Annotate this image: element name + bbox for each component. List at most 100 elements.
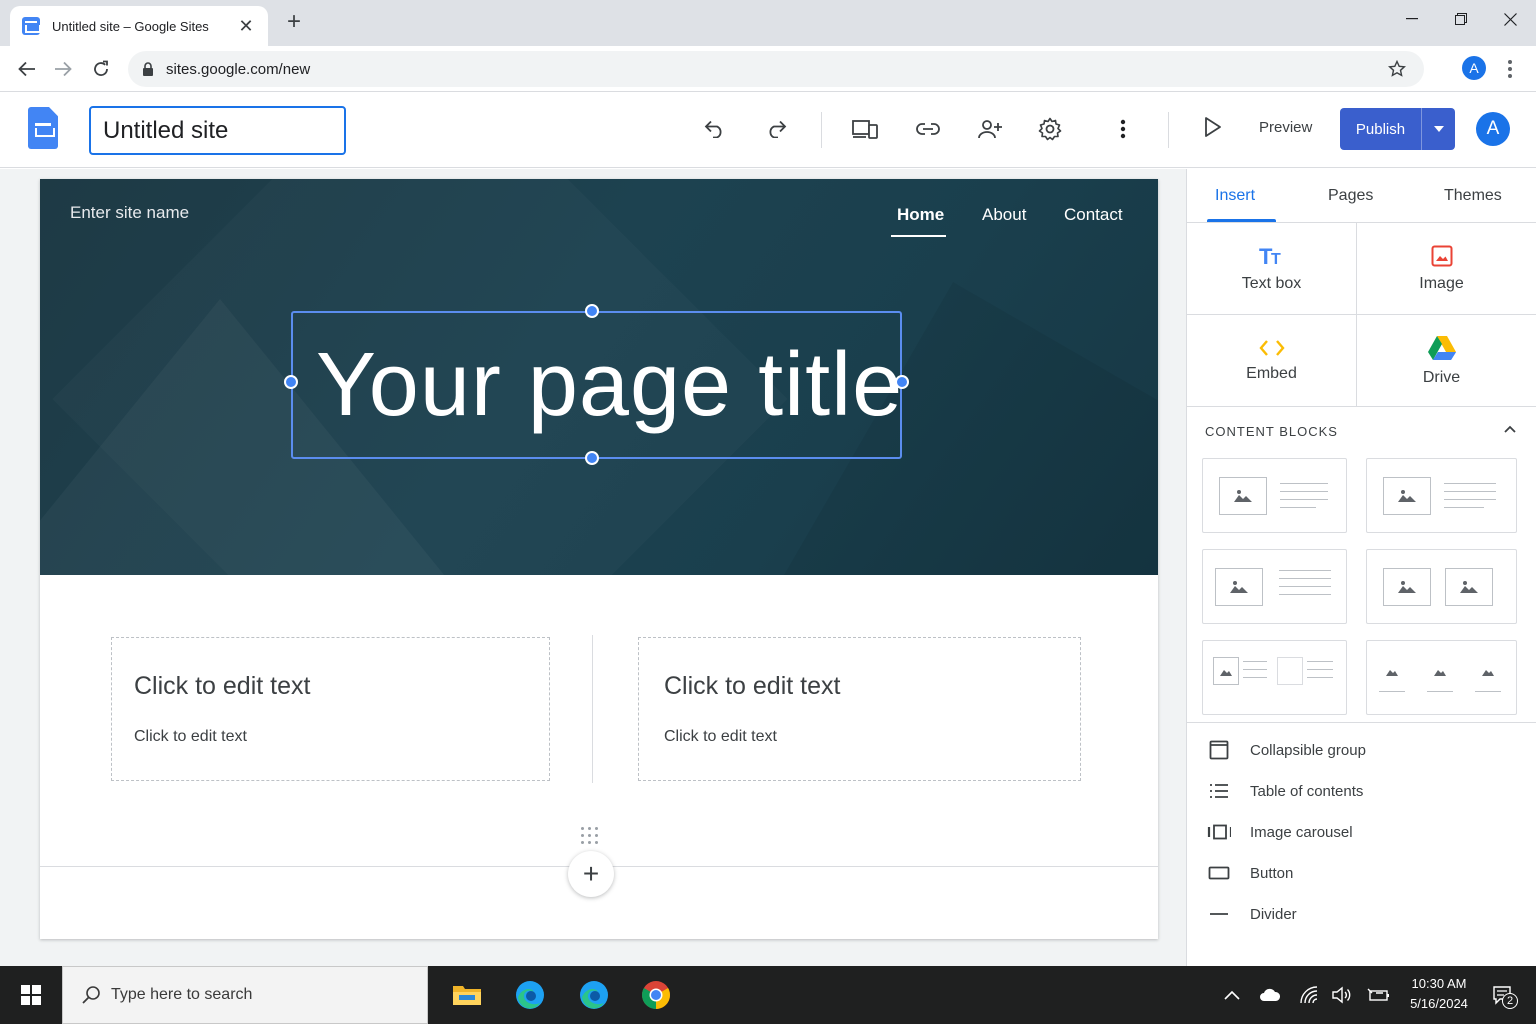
google-sites-favicon-icon [22,17,41,35]
tab-pages[interactable]: Pages [1328,187,1373,205]
publish-options-button[interactable] [1422,108,1455,150]
publish-button[interactable]: Publish [1340,108,1422,150]
insert-divider[interactable]: Divider [1187,894,1536,934]
tab-insert[interactable]: Insert [1215,187,1255,205]
resize-handle-right[interactable] [895,375,909,389]
close-tab-icon[interactable]: ✕ [236,16,256,37]
undo-icon [704,120,722,138]
page-title[interactable]: Your page title [316,325,903,445]
forward-button[interactable] [50,56,76,82]
header-section[interactable]: Enter site name Home About Contact Your … [40,179,1158,575]
browser-tab[interactable]: Untitled site – Google Sites ✕ [10,6,268,46]
nav-item-about[interactable]: About [982,205,1026,225]
restore-window-button[interactable] [1446,8,1476,30]
insert-drive[interactable]: Drive [1357,316,1526,406]
column-divider[interactable] [592,635,593,783]
text-block-body[interactable]: Click to edit text [664,728,777,746]
text-block-heading[interactable]: Click to edit text [134,672,310,701]
start-button[interactable] [0,966,62,1024]
network-tray[interactable] [1296,982,1322,1008]
redo-button[interactable] [761,114,791,144]
taskbar-search-box[interactable]: Type here to search [62,966,428,1024]
cloud-icon [1260,988,1281,1001]
clock-time: 10:30 AM [1411,976,1467,991]
notification-center-button[interactable]: 2 [1488,982,1518,1009]
insert-image-carousel[interactable]: Image carousel [1187,812,1536,852]
button-icon [1207,861,1231,885]
insert-table-of-contents[interactable]: Table of contents [1187,771,1536,811]
chevron-up-icon [1224,990,1240,1000]
nav-item-home[interactable]: Home [897,205,944,225]
text-block-heading[interactable]: Click to edit text [664,672,840,701]
bookmark-star-icon [1388,60,1406,77]
new-tab-button[interactable]: + [282,10,306,34]
text-block-body[interactable]: Click to edit text [134,728,247,746]
preview-devices-button[interactable] [850,114,880,144]
resize-handle-left[interactable] [284,375,298,389]
content-block-image-left-text-alt[interactable] [1366,458,1517,533]
site-page-canvas: Enter site name Home About Contact Your … [40,179,1158,939]
minimize-window-button[interactable] [1397,8,1427,30]
drag-handle-icon[interactable] [581,827,601,845]
content-block-image-text-wide[interactable] [1202,549,1347,624]
share-with-others-button[interactable] [975,114,1005,144]
back-button[interactable] [14,56,40,82]
insert-image-label: Image [1419,275,1464,292]
table-of-contents-label: Table of contents [1250,782,1364,800]
collapsible-group-icon [1207,738,1231,762]
insert-link-button[interactable] [913,114,943,144]
insert-button[interactable]: Button [1187,853,1536,893]
settings-button[interactable] [1035,114,1065,144]
undo-button[interactable] [700,114,730,144]
publish-button-group: Publish [1340,108,1455,150]
system-clock[interactable]: 10:30 AM 5/16/2024 [1400,974,1478,1014]
edge-app[interactable] [511,976,549,1014]
preview-button[interactable] [1198,112,1228,142]
windows-taskbar: Type here to search 10:30 AM 5/16/2024 2 [0,966,1536,1024]
reload-button[interactable] [88,56,114,82]
account-avatar[interactable]: A [1476,112,1510,146]
chevron-up-icon[interactable] [1503,422,1517,436]
content-block-three-images[interactable] [1366,640,1517,715]
chrome-app[interactable] [637,976,675,1014]
content-block-image-left-text[interactable] [1202,458,1347,533]
address-bar[interactable]: sites.google.com/new [128,51,1424,87]
edge-icon [516,981,544,1009]
image-placeholder-icon [1398,490,1416,502]
volume-icon [1332,986,1351,1004]
google-sites-logo-icon[interactable] [28,107,58,149]
text-block-right[interactable]: Click to edit text Click to edit text [638,637,1081,781]
content-block-two-images[interactable] [1366,549,1517,624]
volume-tray[interactable] [1329,982,1355,1008]
preview-label[interactable]: Preview [1259,119,1312,136]
tab-themes[interactable]: Themes [1444,187,1502,205]
resize-handle-top[interactable] [585,304,599,318]
restore-icon [1455,13,1467,25]
browser-menu-icon[interactable] [1500,56,1520,82]
text-block-left[interactable]: Click to edit text Click to edit text [111,637,550,781]
browser-profile-avatar[interactable]: A [1462,56,1486,80]
add-section-button[interactable]: + [568,851,614,897]
play-icon [1205,117,1221,137]
image-placeholder-icon [1482,670,1494,676]
site-name-placeholder[interactable]: Enter site name [70,203,189,223]
site-name-field[interactable] [89,106,346,155]
content-block-two-image-text[interactable] [1202,640,1347,715]
onedrive-tray[interactable] [1257,982,1283,1008]
nav-item-contact[interactable]: Contact [1064,205,1123,225]
resize-handle-bottom[interactable] [585,451,599,465]
insert-collapsible-group[interactable]: Collapsible group [1187,730,1536,770]
file-explorer-app[interactable] [448,976,486,1014]
insert-embed[interactable]: Embed [1187,316,1356,406]
battery-tray[interactable] [1366,982,1392,1008]
edge-app-2[interactable] [575,976,613,1014]
more-options-button[interactable] [1108,114,1138,144]
sites-app-bar: Preview Publish A [0,92,1536,168]
close-window-button[interactable] [1495,8,1525,30]
image-placeholder-icon [1460,581,1478,593]
notification-count-badge: 2 [1502,993,1518,1009]
insert-image[interactable]: Image [1357,224,1526,314]
show-hidden-icons-button[interactable] [1219,982,1245,1008]
insert-text-box[interactable]: TT Text box [1187,224,1356,314]
edge-icon [580,981,608,1009]
